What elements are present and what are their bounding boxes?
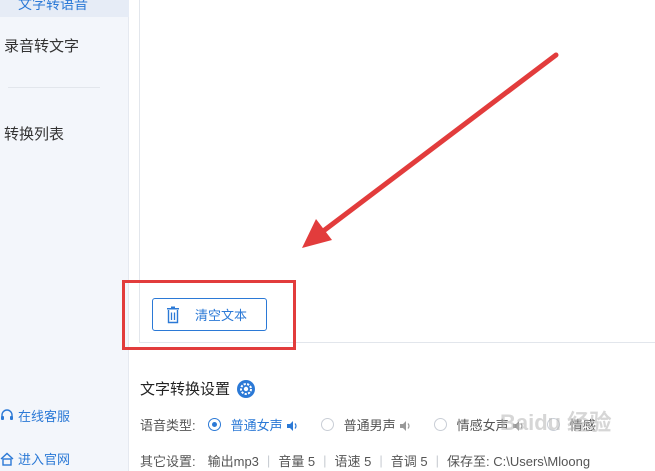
radio-selected[interactable] xyxy=(207,417,221,431)
sidebar-item-recording-to-text[interactable]: 录音转文字 xyxy=(4,35,79,56)
annotation-highlight-box xyxy=(122,280,296,350)
voice-option-female[interactable]: 普通女声 xyxy=(207,415,299,434)
sidebar-item-text-to-speech[interactable]: 文字转语音 xyxy=(0,0,129,17)
voice-option-label: 普通女声 xyxy=(230,417,283,433)
other-settings-label: 其它设置: xyxy=(140,454,196,469)
voice-option-label: 普通男声 xyxy=(343,417,396,433)
sidebar-item-conversion-list[interactable]: 转换列表 xyxy=(4,123,64,144)
settings-title-label: 文字转换设置 xyxy=(140,381,231,398)
voice-type-label: 语音类型: xyxy=(140,417,196,433)
output-format-value[interactable]: 输出mp3 xyxy=(208,451,259,470)
gear-icon[interactable] xyxy=(236,379,256,399)
separator: | xyxy=(323,453,327,468)
separator: | xyxy=(435,453,440,468)
speaker-icon[interactable] xyxy=(286,419,299,431)
sidebar-divider xyxy=(8,87,100,88)
official-site-label: 进入官网 xyxy=(18,452,71,467)
radio-unselected[interactable] xyxy=(433,417,447,431)
sidebar-item-label: 转换列表 xyxy=(4,126,65,143)
sidebar-item-label: 文字转语音 xyxy=(18,0,88,12)
separator: | xyxy=(266,453,271,468)
save-path-value[interactable]: 保存至: C:\Users\Mloong xyxy=(447,451,590,470)
separator: | xyxy=(379,453,383,468)
speed-value[interactable]: 语速 5 xyxy=(335,451,372,470)
official-site-link[interactable]: 进入官网 xyxy=(0,449,70,468)
radio-unselected[interactable] xyxy=(320,417,334,431)
sidebar: 文字转语音 录音转文字 转换列表 在线客服 进入官网 xyxy=(0,0,129,471)
headset-icon xyxy=(0,408,14,423)
online-support-label: 在线客服 xyxy=(18,409,71,424)
online-support-link[interactable]: 在线客服 xyxy=(0,406,70,425)
voice-option-male[interactable]: 普通男声 xyxy=(320,415,412,434)
other-settings-row: 其它设置: 输出mp3 | 音量 5 | 语速 5 | 音调 5 | 保存至: … xyxy=(140,451,590,470)
volume-value[interactable]: 音量 5 xyxy=(278,451,315,470)
settings-title: 文字转换设置 xyxy=(140,378,256,399)
baidu-watermark: Baidu 经验 xyxy=(500,410,612,435)
pitch-value[interactable]: 音调 5 xyxy=(391,451,428,470)
speaker-icon[interactable] xyxy=(399,419,412,431)
sidebar-item-label: 录音转文字 xyxy=(4,38,80,55)
home-icon xyxy=(0,452,14,466)
